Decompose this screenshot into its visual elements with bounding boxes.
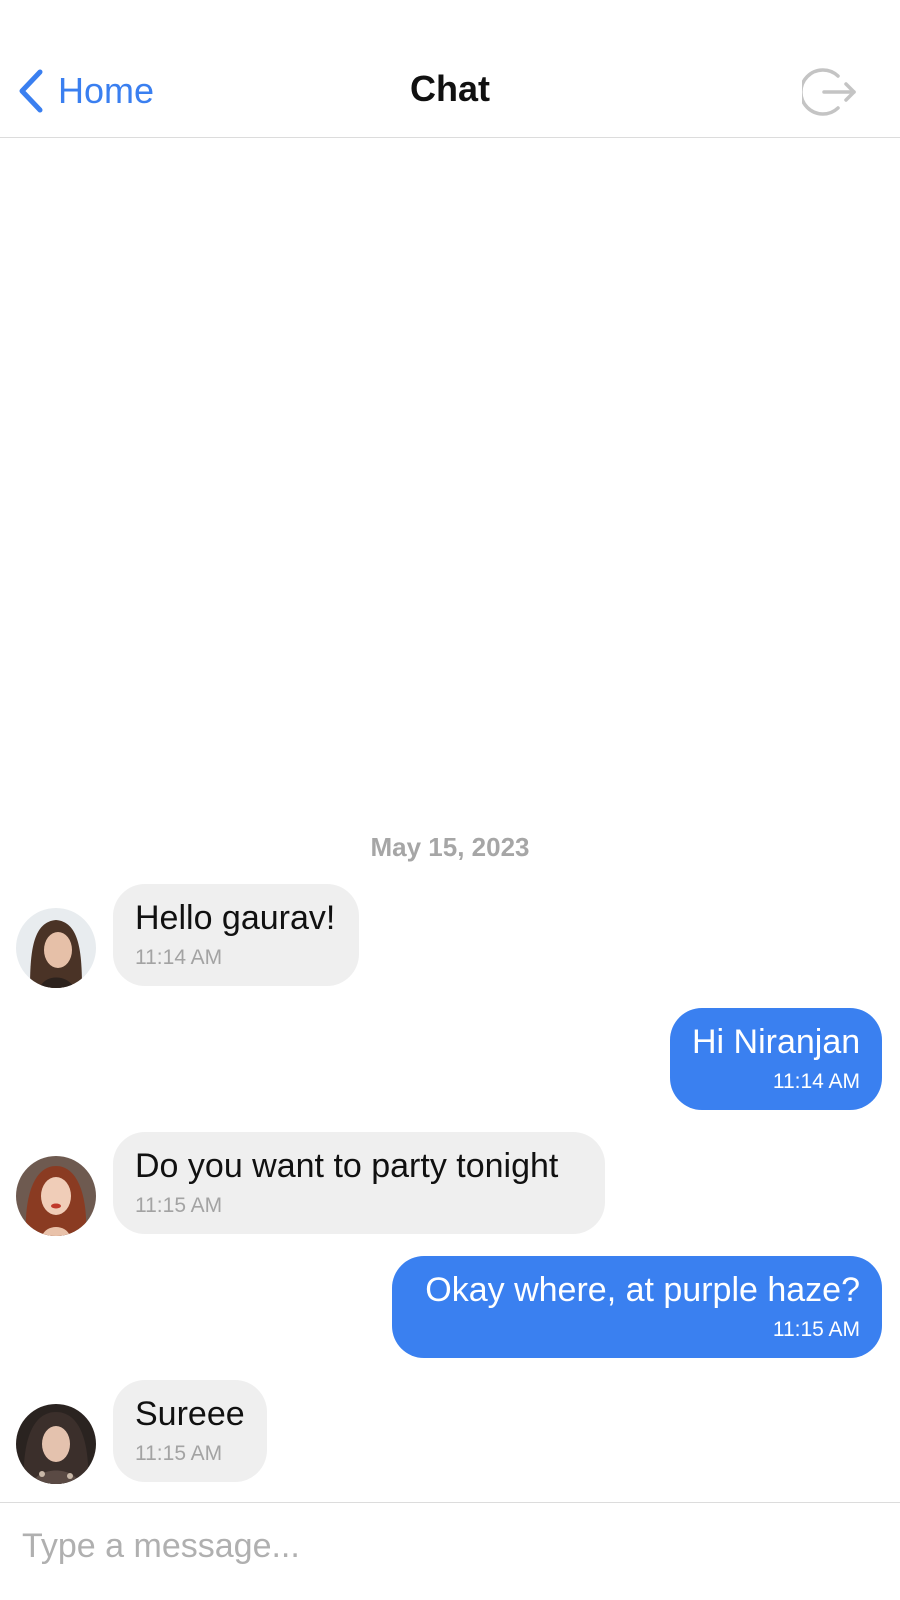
avatar[interactable] (16, 1404, 96, 1484)
message-bubble-incoming[interactable]: Hello gaurav! 11:14 AM (113, 884, 359, 986)
avatar[interactable] (16, 1156, 96, 1236)
message-time: 11:14 AM (135, 946, 223, 969)
message-bubble-incoming[interactable]: Do you want to party tonight 11:15 AM (113, 1132, 605, 1234)
message-bubble-outgoing[interactable]: Okay where, at purple haze? 11:15 AM (392, 1256, 882, 1358)
avatar-image (16, 908, 96, 988)
logout-button[interactable] (799, 64, 858, 120)
message-list[interactable]: May 15, 2023 Hello gaurav! 11:14 AM Hi N… (0, 139, 900, 1501)
message-composer (0, 1502, 900, 1600)
chat-screen: Home Chat May 15, 2023 Hello gaurav! 11:… (0, 0, 900, 1600)
message-time: 11:15 AM (135, 1442, 223, 1465)
navigation-bar: Home Chat (0, 0, 900, 138)
date-separator: May 15, 2023 (370, 832, 530, 862)
message-text: Hi Niranjan (692, 1023, 861, 1061)
message-time: 11:15 AM (135, 1194, 223, 1217)
logout-icon (799, 68, 856, 116)
avatar-image (16, 1156, 96, 1236)
avatar-image (16, 1404, 96, 1484)
message-text: Do you want to party tonight (135, 1147, 559, 1185)
message-time: 11:14 AM (772, 1070, 860, 1093)
message-bubble-incoming[interactable]: Sureee 11:15 AM (113, 1380, 267, 1482)
page-title: Chat (410, 68, 490, 109)
message-text: Okay where, at purple haze? (425, 1271, 860, 1309)
message-bubble-outgoing[interactable]: Hi Niranjan 11:14 AM (670, 1008, 882, 1110)
message-time: 11:15 AM (772, 1318, 860, 1341)
message-input[interactable] (22, 1521, 862, 1571)
avatar[interactable] (16, 908, 96, 988)
message-text: Sureee (135, 1395, 245, 1433)
message-text: Hello gaurav! (135, 899, 336, 937)
